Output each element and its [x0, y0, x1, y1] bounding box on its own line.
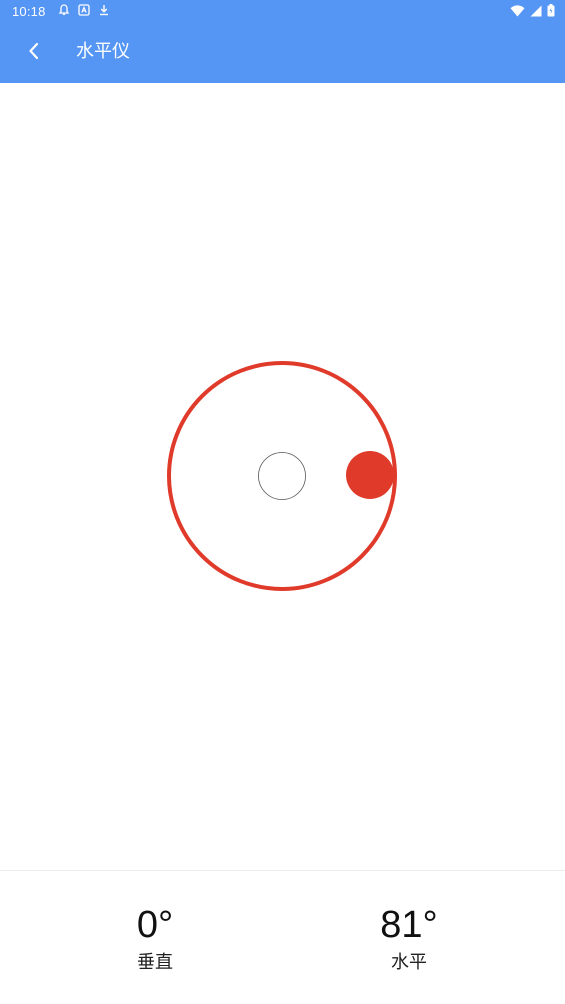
bubble-level-graphic	[167, 361, 397, 591]
vertical-angle-value: 0°	[136, 904, 174, 946]
status-bar: 10:18	[0, 0, 565, 24]
vertical-angle-label: 垂直	[137, 952, 173, 973]
status-icons-left	[58, 4, 110, 20]
bubble-level-screen: 10:18 水平仪 0° 垂直 81° 水平	[0, 0, 565, 1004]
signal-icon	[530, 5, 542, 21]
download-icon	[98, 4, 110, 20]
center-target-marker	[258, 452, 306, 500]
horizontal-angle-value: 81°	[380, 904, 438, 946]
app-a-icon	[78, 4, 90, 20]
chevron-left-icon	[27, 41, 41, 65]
back-button[interactable]	[14, 33, 54, 73]
level-bubble	[346, 451, 394, 499]
horizontal-angle-label: 水平	[391, 952, 427, 973]
battery-icon	[547, 4, 555, 21]
angle-readings: 0° 垂直 81° 水平	[0, 871, 565, 1004]
horizontal-reading: 81° 水平	[329, 903, 489, 975]
app-bar: 10:18 水平仪	[0, 0, 565, 83]
vertical-reading: 0° 垂直	[75, 903, 235, 975]
page-title: 水平仪	[76, 41, 130, 62]
bubble-level-area	[0, 83, 565, 870]
wifi-icon	[510, 4, 525, 21]
status-icons-right	[510, 4, 555, 21]
notification-bell-icon	[58, 4, 70, 20]
toolbar: 水平仪	[0, 24, 565, 83]
status-time: 10:18	[12, 4, 46, 19]
